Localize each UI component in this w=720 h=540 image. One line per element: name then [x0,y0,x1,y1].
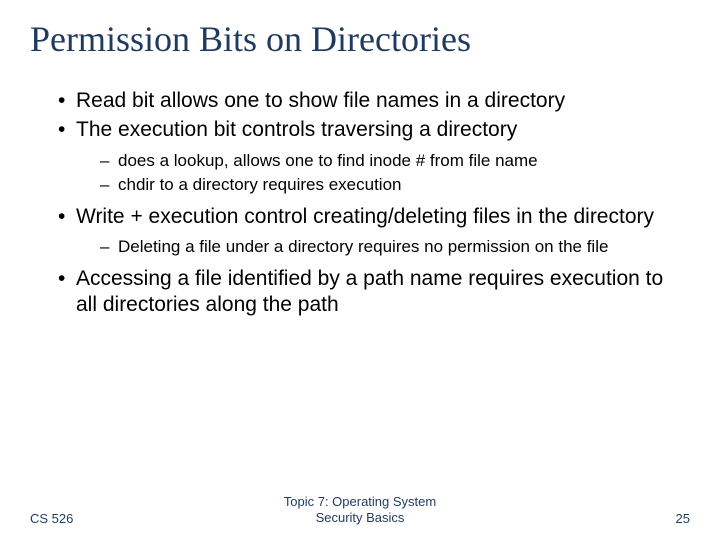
bullet-item: Write + execution control creating/delet… [58,204,690,258]
bullet-text: Accessing a file identified by a path na… [76,267,663,316]
bullet-list-level2: does a lookup, allows one to find inode … [76,150,690,196]
bullet-text: Read bit allows one to show file names i… [76,89,565,112]
bullet-item: The execution bit controls traversing a … [58,117,690,195]
sub-bullet-item: chdir to a directory requires execution [100,174,690,196]
sub-bullet-text: chdir to a directory requires execution [118,175,401,194]
footer-course-code: CS 526 [30,511,250,526]
bullet-text: The execution bit controls traversing a … [76,118,517,141]
sub-bullet-item: does a lookup, allows one to find inode … [100,150,690,172]
slide-footer: CS 526 Topic 7: Operating System Securit… [0,494,720,527]
sub-bullet-text: Deleting a file under a directory requir… [118,237,608,256]
footer-topic-line2: Security Basics [316,510,405,525]
bullet-text: Write + execution control creating/delet… [76,205,654,228]
bullet-item: Accessing a file identified by a path na… [58,266,690,319]
sub-bullet-item: Deleting a file under a directory requir… [100,236,690,258]
footer-topic: Topic 7: Operating System Security Basic… [250,494,470,527]
footer-topic-line1: Topic 7: Operating System [284,494,436,509]
bullet-list-level1: Read bit allows one to show file names i… [30,88,690,319]
slide-title: Permission Bits on Directories [30,18,690,60]
slide: Permission Bits on Directories Read bit … [0,0,720,540]
footer-page-number: 25 [470,511,690,526]
sub-bullet-text: does a lookup, allows one to find inode … [118,151,538,170]
bullet-item: Read bit allows one to show file names i… [58,88,690,114]
bullet-list-level2: Deleting a file under a directory requir… [76,236,690,258]
slide-content: Read bit allows one to show file names i… [30,88,690,319]
